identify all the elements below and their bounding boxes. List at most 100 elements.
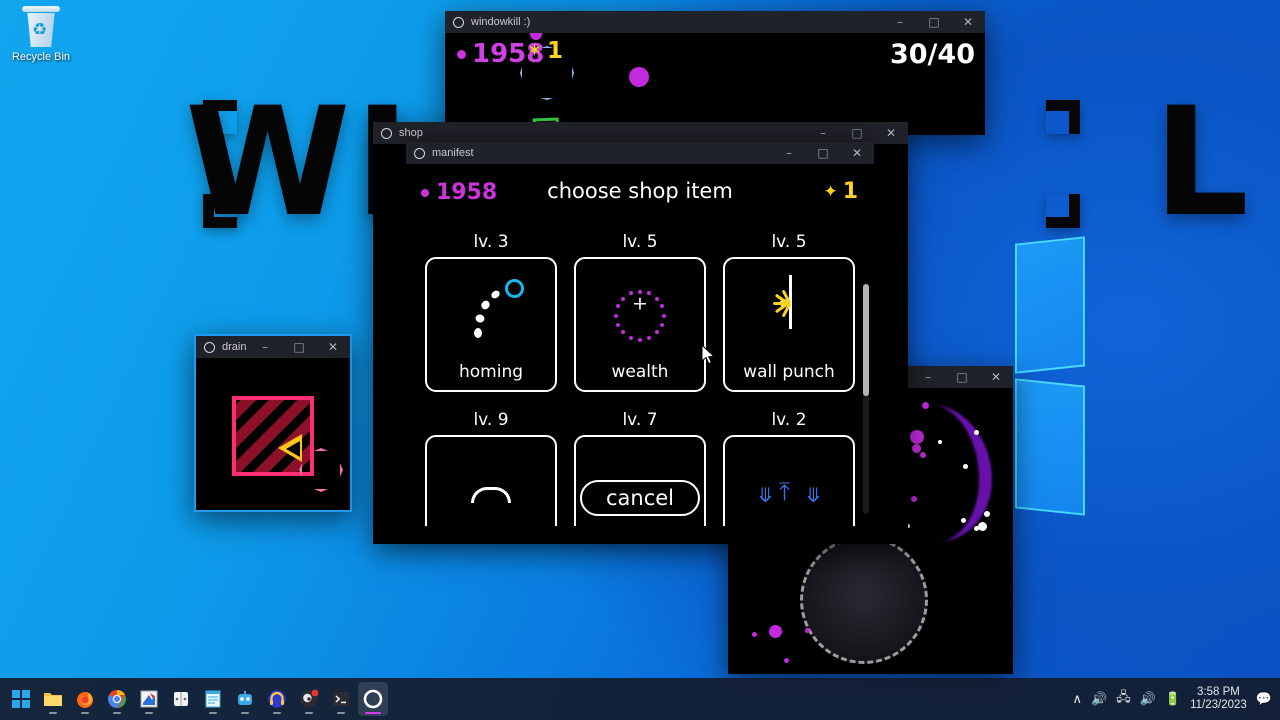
homing-art-icon [431, 269, 551, 362]
black-hole [800, 536, 928, 664]
item-card[interactable] [425, 435, 557, 526]
scrollbar-thumb[interactable] [863, 284, 869, 396]
maximize-button[interactable]: □ [945, 366, 979, 388]
notifications-icon[interactable]: 💬 [1256, 691, 1272, 707]
minimize-button[interactable]: – [911, 366, 945, 388]
cancel-button[interactable]: cancel [579, 480, 701, 516]
item-name: wealth [611, 362, 669, 382]
desktop-icon-label: Recycle Bin [11, 51, 71, 63]
window-manifest[interactable]: manifest – □ ✕ 1958 choose shop item ✦ 1 [406, 142, 874, 526]
window-title: manifest [432, 147, 474, 159]
wall-punch-art-icon [729, 269, 849, 362]
maximize-button[interactable]: □ [917, 11, 951, 33]
windowkill-taskbar-button[interactable] [358, 682, 388, 716]
terminal-icon [333, 692, 349, 706]
taskbar: ∧ 🔊 🖧 🔊 🔋 3:58 PM 11/23/2023 💬 [0, 678, 1280, 720]
game-canvas[interactable]: 1958 ✶ 1 30/40 [445, 33, 985, 135]
arc-art-icon [431, 447, 551, 526]
minimize-button[interactable]: – [248, 336, 282, 358]
star-count: 1 [547, 38, 564, 64]
item-card[interactable]: wall punch [723, 257, 855, 392]
window-title: windowkill :) [471, 16, 531, 28]
shop-item-wealth[interactable]: lv. 5 + wealth [574, 232, 706, 392]
wallpaper-bracket-top-left [203, 100, 237, 134]
window-drain[interactable]: drain – □ ✕ [194, 334, 352, 512]
minimize-button[interactable]: – [772, 142, 806, 164]
maximize-button[interactable]: □ [840, 122, 874, 144]
network-icon[interactable]: 🖧 [1116, 688, 1131, 710]
shop-item-row2-3[interactable]: lv. 2 ⤋ ⤒ ⤋ [723, 410, 855, 526]
item-level: lv. 5 [622, 232, 658, 252]
windows-wallpaper-logo [1015, 236, 1280, 525]
windows-logo-icon [12, 690, 30, 708]
player-triangle-inner [286, 441, 300, 457]
minimize-button[interactable]: – [883, 11, 917, 33]
book-app-button[interactable] [166, 682, 196, 716]
close-button[interactable]: ✕ [316, 336, 350, 358]
desktop-icon-recycle-bin[interactable]: ♻ Recycle Bin [4, 6, 78, 63]
recycle-bin-icon: ♻ [21, 6, 61, 48]
terminal-button[interactable] [326, 682, 356, 716]
disc-icon [300, 689, 319, 708]
shop-item-homing[interactable]: lv. 3 homing [425, 232, 557, 392]
clock-date: 11/23/2023 [1190, 699, 1247, 711]
mouse-pointer [702, 345, 715, 365]
coin-dot-icon [457, 49, 466, 59]
robot-icon [238, 691, 252, 705]
headphones-app-button[interactable] [262, 682, 292, 716]
purple-trail [900, 404, 992, 542]
close-button[interactable]: ✕ [874, 122, 908, 144]
close-button[interactable]: ✕ [979, 366, 1013, 388]
item-level: lv. 5 [771, 232, 807, 252]
battery-icon[interactable]: 🔋 [1165, 691, 1181, 707]
star-icon: ✶ [527, 40, 543, 60]
paint-icon [140, 690, 158, 708]
notepad-button[interactable] [198, 682, 228, 716]
robot-app-button[interactable] [230, 682, 260, 716]
item-name: homing [458, 362, 524, 382]
start-button[interactable] [6, 682, 36, 716]
headphones-icon [268, 690, 286, 708]
clock[interactable]: 3:58 PM 11/23/2023 [1190, 686, 1247, 712]
shop-item-wall-punch[interactable]: lv. 5 wall punch [723, 232, 855, 392]
sound-icon[interactable]: 🔊 [1140, 691, 1156, 707]
titlebar-shop[interactable]: shop – □ ✕ [373, 122, 908, 144]
enemy-octagon [299, 448, 343, 492]
minimize-button[interactable]: – [806, 122, 840, 144]
paint-button[interactable] [134, 682, 164, 716]
file-explorer-button[interactable] [38, 682, 68, 716]
item-name: wall punch [743, 362, 835, 382]
chrome-icon [108, 690, 126, 708]
item-card[interactable]: + wealth [574, 257, 706, 392]
circle-icon [381, 127, 392, 139]
item-card[interactable]: homing [425, 257, 557, 392]
notepad-icon [205, 690, 221, 708]
folder-icon [44, 693, 62, 706]
wallpaper-bracket-bottom-left [203, 194, 237, 228]
wealth-art-icon: + [580, 269, 700, 362]
item-card[interactable]: ⤋ ⤒ ⤋ [723, 435, 855, 526]
item-level: lv. 2 [771, 410, 807, 430]
close-button[interactable]: ✕ [951, 11, 985, 33]
health-display: 30/40 [889, 39, 975, 70]
titlebar-drain[interactable]: drain – □ ✕ [196, 336, 350, 358]
show-hidden-icons-chevron-icon[interactable]: ∧ [1073, 691, 1083, 707]
scrollbar-track[interactable] [863, 284, 869, 514]
close-button[interactable]: ✕ [840, 142, 874, 164]
chrome-button[interactable] [102, 682, 132, 716]
titlebar-windowkill[interactable]: windowkill :) – □ ✕ [445, 11, 985, 33]
maximize-button[interactable]: □ [806, 142, 840, 164]
shop-item-row2-1[interactable]: lv. 9 [425, 410, 557, 526]
window-windowkill[interactable]: windowkill :) – □ ✕ 1958 ✶ 1 30/40 [445, 11, 985, 135]
firefox-button[interactable] [70, 682, 100, 716]
manifest-header: 1958 choose shop item ✦ 1 [406, 174, 874, 214]
wallpaper-bracket-bottom-right [1046, 194, 1080, 228]
titlebar-manifest[interactable]: manifest – □ ✕ [406, 142, 874, 164]
clock-time: 3:58 PM [1197, 686, 1240, 698]
drain-canvas[interactable] [196, 358, 350, 510]
shop-item-row: lv. 3 homing lv. 5 + wealth lv. 5 wall p… [412, 232, 868, 392]
maximize-button[interactable]: □ [282, 336, 316, 358]
volume-icon[interactable]: 🔊 [1091, 691, 1107, 707]
disc-app-button[interactable] [294, 682, 324, 716]
manifest-heading: choose shop item [547, 179, 733, 203]
